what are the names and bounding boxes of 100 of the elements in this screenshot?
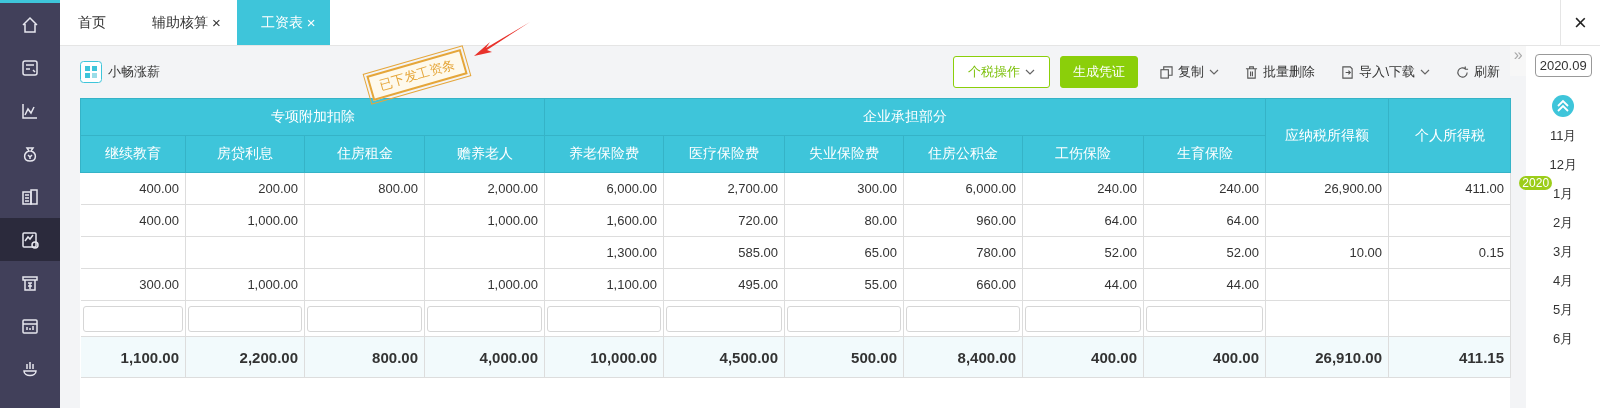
toolbar-button[interactable]: 刷新 xyxy=(1446,56,1510,88)
header-cell: 养老保险费 xyxy=(544,135,664,173)
header-cell: 个人所得税 xyxy=(1388,98,1511,173)
header-cell: 生育保险 xyxy=(1143,135,1266,173)
input-field[interactable] xyxy=(906,305,1020,332)
table-cell: 64.00 xyxy=(1226,213,1259,228)
table-cell: 800.00 xyxy=(378,181,418,196)
table-cell: 2,700.00 xyxy=(727,181,778,196)
table-cell: 0.15 xyxy=(1478,245,1504,260)
input-field[interactable] xyxy=(82,305,183,332)
issued-stamp: 已下发工资条 xyxy=(366,49,468,101)
table-cell: 1,000.00 xyxy=(247,213,298,228)
month-item[interactable]: 5月 xyxy=(1553,300,1574,319)
input-field[interactable] xyxy=(547,305,661,332)
total-cell: 800.00 xyxy=(372,348,418,366)
table-cell: 411.00 xyxy=(1465,181,1504,196)
header-cell: 房贷利息 xyxy=(185,135,305,173)
month-item[interactable]: 6月 xyxy=(1553,329,1574,348)
table-cell: 6,000.00 xyxy=(965,181,1016,196)
receipt-icon xyxy=(20,57,40,78)
total-cell: 4,000.00 xyxy=(479,348,538,366)
input-field[interactable] xyxy=(787,305,901,332)
close-icon[interactable]: × xyxy=(212,14,221,31)
table-cell: 52.00 xyxy=(1226,245,1259,260)
table-cell: 200.00 xyxy=(258,181,298,196)
period-field[interactable]: 2020.09 xyxy=(1534,54,1592,77)
month-item[interactable]: 4月 xyxy=(1553,271,1574,290)
table-cell: 780.00 xyxy=(976,245,1016,260)
header-cell: 继续教育 xyxy=(80,135,186,173)
home-icon xyxy=(20,14,40,35)
table-cell: 2,000.00 xyxy=(487,181,538,196)
header-cell: 专项附加扣除 xyxy=(80,98,545,136)
tab[interactable]: 首页 xyxy=(60,0,134,45)
header-cell: 医疗保险费 xyxy=(663,135,785,173)
toolbar-button[interactable]: 批量删除 xyxy=(1235,56,1326,88)
input-field[interactable] xyxy=(307,305,422,332)
table-cell: 26,900.00 xyxy=(1324,181,1382,196)
import-icon xyxy=(1341,65,1355,79)
month-item[interactable]: 2月 xyxy=(1553,213,1574,232)
table-cell: 64.00 xyxy=(1104,213,1137,228)
header-cell: 应纳税所得额 xyxy=(1265,98,1389,173)
table-cell: 6,000.00 xyxy=(606,181,657,196)
table-cell: 80.00 xyxy=(864,213,897,228)
tab[interactable]: 辅助核算 × xyxy=(134,0,237,45)
input-field[interactable] xyxy=(1146,305,1263,332)
table-cell: 960.00 xyxy=(976,213,1016,228)
copy-icon xyxy=(1160,65,1174,79)
table-cell: 1,300.00 xyxy=(606,245,657,260)
header-cell: 企业承担部分 xyxy=(544,98,1266,136)
table-cell: 240.00 xyxy=(1097,181,1137,196)
total-cell: 10,000.00 xyxy=(590,348,657,366)
table-cell: 495.00 xyxy=(738,277,778,292)
table-cell: 44.00 xyxy=(1104,277,1137,292)
table-cell: 52.00 xyxy=(1104,245,1137,260)
input-field[interactable] xyxy=(427,305,542,332)
total-cell: 4,500.00 xyxy=(719,348,778,366)
report-icon xyxy=(20,229,40,250)
table-cell: 585.00 xyxy=(738,245,778,260)
header-cell: 工伤保险 xyxy=(1022,135,1144,173)
input-field[interactable] xyxy=(666,305,782,332)
table-cell: 300.00 xyxy=(857,181,897,196)
table-cell: 55.00 xyxy=(864,277,897,292)
header-cell: 赡养老人 xyxy=(424,135,545,173)
month-item[interactable]: 1月 xyxy=(1553,184,1574,203)
table-cell: 44.00 xyxy=(1226,277,1259,292)
header-cell: 住房租金 xyxy=(304,135,425,173)
total-cell: 2,200.00 xyxy=(239,348,298,366)
total-cell: 26,910.00 xyxy=(1315,348,1382,366)
total-cell: 400.00 xyxy=(1213,348,1259,366)
toolbar-button[interactable]: 复制 xyxy=(1150,56,1230,88)
month-item[interactable]: 12月 xyxy=(1549,155,1577,174)
header-cell: 失业保险费 xyxy=(784,135,904,173)
sidebar-item[interactable] xyxy=(0,218,60,261)
table-cell: 1,600.00 xyxy=(606,213,657,228)
month-item[interactable]: 3月 xyxy=(1553,242,1574,261)
total-cell: 411.15 xyxy=(1458,348,1504,366)
table-cell: 400.00 xyxy=(139,181,179,196)
app-logo-icon xyxy=(80,61,102,83)
toolbar-button[interactable]: 导入\下载 xyxy=(1331,56,1440,88)
table-cell: 240.00 xyxy=(1219,181,1259,196)
table-cell: 300.00 xyxy=(139,277,179,292)
total-cell: 400.00 xyxy=(1091,348,1137,366)
total-cell: 1,100.00 xyxy=(120,348,179,366)
header-cell: 住房公积金 xyxy=(903,135,1023,173)
table-cell: 720.00 xyxy=(738,213,778,228)
month-item[interactable]: 11月 xyxy=(1549,126,1577,145)
table-cell: 65.00 xyxy=(864,245,897,260)
table-cell: 1,100.00 xyxy=(606,277,657,292)
input-field[interactable] xyxy=(1025,305,1141,332)
input-field[interactable] xyxy=(188,305,302,332)
table-cell: 10.00 xyxy=(1349,245,1382,260)
table-cell: 1,000.00 xyxy=(487,277,538,292)
table-cell: 1,000.00 xyxy=(247,277,298,292)
table-cell: 660.00 xyxy=(976,277,1016,292)
total-cell: 500.00 xyxy=(851,348,897,366)
table-cell: 400.00 xyxy=(139,213,179,228)
year-badge: 2020 xyxy=(1519,176,1553,190)
total-cell: 8,400.00 xyxy=(957,348,1016,366)
scroll-up-icon[interactable] xyxy=(1552,95,1575,117)
building-icon xyxy=(20,186,40,207)
